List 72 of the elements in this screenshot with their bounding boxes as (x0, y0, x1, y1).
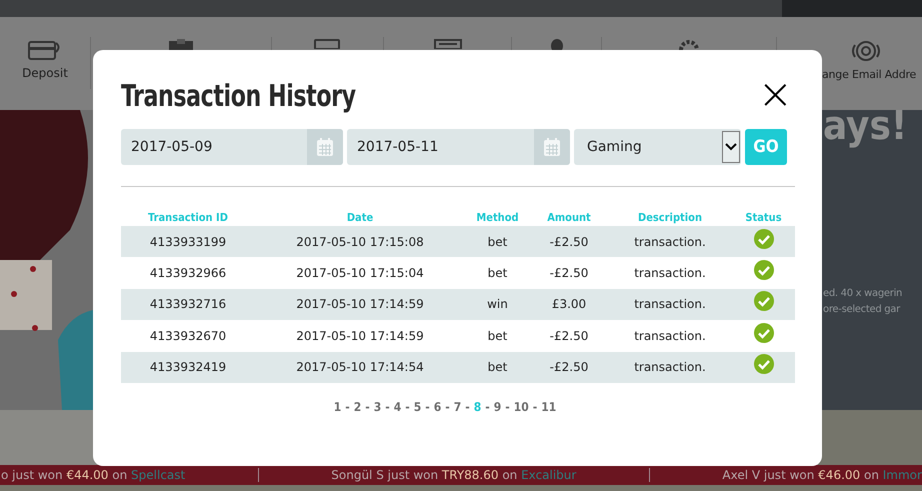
table-cell-text: 2017-05-10 17:14:59 (295, 297, 425, 312)
chevron-icon (725, 143, 737, 151)
page-link[interactable]: 1 (334, 400, 342, 414)
nav-label[interactable]: ange Email Addre (822, 68, 916, 81)
promo-heading: ays! (823, 110, 908, 148)
page-link[interactable]: 4 (394, 400, 402, 414)
page-separator: - (445, 400, 450, 414)
table-cell-text: transaction. (633, 328, 707, 343)
column-header: Description (636, 210, 703, 224)
column-header: Amount (546, 210, 592, 224)
page-separator: - (532, 400, 538, 414)
dialog-title: Transaction History (121, 78, 356, 114)
page-link[interactable]: 5 (414, 400, 422, 414)
table-cell-text: 4133932716 (148, 297, 228, 312)
table-cell-text: -£2.50 (548, 328, 590, 343)
table-cell-text: transaction. (633, 266, 707, 280)
close-button[interactable]: × (758, 79, 793, 113)
page-link[interactable]: 3 (374, 400, 382, 414)
page-separator: - (405, 400, 410, 414)
page-separator: - (465, 400, 470, 414)
table-cell-text: 2017-05-10 17:14:59 (295, 328, 425, 343)
promo-text: ore-selected gar (823, 303, 902, 317)
at-sign-icon[interactable] (849, 39, 883, 63)
table-cell-text: -£2.50 (548, 266, 590, 280)
id-card-icon[interactable] (168, 39, 194, 51)
page-link[interactable]: 7 (454, 400, 462, 414)
winner-text: Axel V just won €46.00 on Immor (722, 468, 922, 482)
column-header: Method (475, 210, 520, 224)
page-link[interactable]: 2 (354, 400, 362, 414)
promo-text: ed. 40 x wagerin (823, 287, 904, 301)
table-cell-text: 2017-05-10 17:15:08 (295, 234, 425, 249)
page-link[interactable]: 9 (494, 400, 502, 414)
cards-icon[interactable] (434, 39, 462, 49)
winner-text: Songül S just won TRY88.60 on Excalibur (331, 468, 576, 482)
table-cell-text: bet (486, 266, 508, 280)
table-cell-text: 4133932966 (148, 266, 228, 280)
table-cell-text: bet (486, 234, 508, 249)
page-link[interactable]: 6 (434, 400, 442, 414)
table-cell-text: transaction. (633, 360, 707, 374)
card-icon[interactable] (314, 39, 342, 49)
table-cell-text: bet (486, 328, 508, 343)
table-cell-text: 2017-05-10 17:15:04 (295, 266, 425, 280)
column-header: Date (346, 210, 374, 224)
card-icon[interactable] (28, 39, 62, 61)
table-cell-text: 4133932670 (148, 328, 228, 343)
table-cell-text: win (486, 297, 509, 312)
table-cell-text: 4133933199 (148, 234, 228, 249)
page-link[interactable]: 10 (514, 400, 529, 414)
table-cell-text: 4133932419 (148, 360, 228, 374)
category-dropdown[interactable]: Gaming (574, 129, 741, 165)
page-separator: - (425, 400, 430, 414)
page-separator: - (485, 400, 490, 414)
table-cell-text: -£2.50 (548, 234, 590, 249)
page-separator: - (385, 400, 390, 414)
table-cell-text: bet (486, 360, 508, 374)
table-cell-text: transaction. (633, 297, 707, 312)
page-separator: - (365, 400, 370, 414)
date-field[interactable]: 2017-05-11 (347, 129, 570, 165)
table-cell-text: 2017-05-10 17:14:54 (295, 360, 425, 374)
date-field[interactable]: 2017-05-09 (121, 129, 343, 165)
page-separator: - (345, 400, 350, 414)
page-separator: - (505, 400, 510, 414)
table-cell-text: -£2.50 (548, 360, 590, 374)
winner-text: o just won €44.00 on Spellcast (1, 468, 186, 482)
gear-icon[interactable] (678, 39, 700, 51)
table-cell-text: £3.00 (550, 297, 588, 312)
column-header: Status (744, 210, 783, 224)
column-header: Transaction ID (147, 210, 229, 224)
person-icon[interactable] (548, 39, 564, 51)
nav-label[interactable]: Deposit (22, 66, 68, 80)
table-cell-text: transaction. (633, 234, 707, 249)
page-link[interactable]: 11 (541, 400, 556, 414)
